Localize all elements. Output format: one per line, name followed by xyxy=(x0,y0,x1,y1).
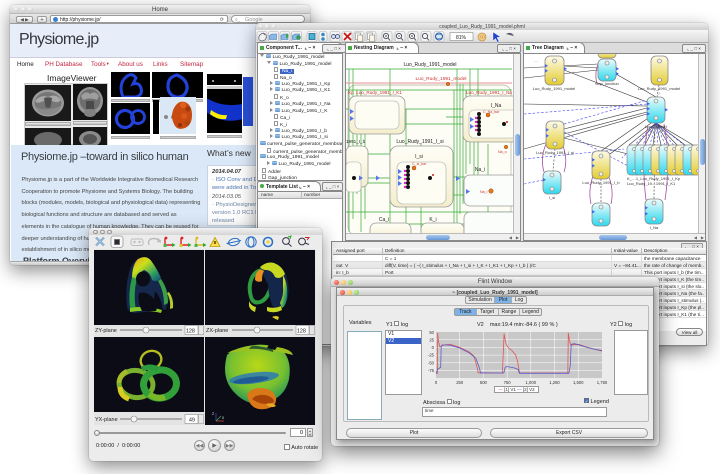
svg-text:81%: 81% xyxy=(456,35,467,41)
svg-text:Gap_junction: Gap_junction xyxy=(595,81,619,86)
svg-text:ZX-plane: ZX-plane xyxy=(206,328,228,334)
svg-text:-75: -75 xyxy=(428,368,435,373)
svg-text:1,500: 1,500 xyxy=(573,380,584,385)
svg-text:I_Na: I_Na xyxy=(650,225,659,230)
svg-text:YX-plane: YX-plane xyxy=(95,417,118,423)
svg-text:128: 128 xyxy=(297,329,306,335)
svg-text:Na_i: Na_i xyxy=(480,190,488,194)
svg-text:Luo_Rudy_1991_I_b: Luo_Rudy_1991_I_b xyxy=(582,180,620,185)
svg-text:…: … xyxy=(534,58,538,63)
svg-text:1,000: 1,000 xyxy=(526,380,537,385)
svg-text:Luo_Rudy_1991_I_si: Luo_Rudy_1991_I_si xyxy=(396,139,443,145)
svg-text:Luo_Rudy_1991_model: Luo_Rudy_1991_model xyxy=(403,62,456,68)
svg-text:50: 50 xyxy=(429,331,434,335)
svg-text:I_Na: I_Na xyxy=(491,103,502,109)
svg-text:0: 0 xyxy=(435,380,438,385)
svg-text:C_Na_bar: C_Na_bar xyxy=(483,110,500,114)
svg-text:Kp Luo_Rudy_1991_I_K1: Kp Luo_Rudy_1991_I_K1 xyxy=(348,90,402,95)
svg-text:K_i: K_i xyxy=(429,217,436,223)
svg-text:Luo_Rudy_1991_model: Luo_Rudy_1991_model xyxy=(416,76,467,82)
svg-text:ZY-plane: ZY-plane xyxy=(95,328,117,334)
svg-text:/: / xyxy=(658,91,660,96)
svg-text:1,250: 1,250 xyxy=(549,380,560,385)
svg-text:Na_i: Na_i xyxy=(475,167,485,173)
svg-text:-50: -50 xyxy=(428,360,435,365)
svg-text:500: 500 xyxy=(480,380,488,385)
svg-text:49: 49 xyxy=(189,418,195,424)
svg-text:Luo…model: Luo…model xyxy=(645,124,667,129)
svg-text:Luo_Rudy_1991_I_Na: Luo_Rudy_1991_I_Na xyxy=(466,90,512,95)
svg-text:128: 128 xyxy=(186,329,195,335)
svg-text:Luo_Rudy_1991_model: Luo_Rudy_1991_model xyxy=(533,86,576,91)
svg-text:Luo_Rudy_19…1991_I_K1: Luo_Rudy_19…1991_I_K1 xyxy=(627,181,676,186)
svg-text:Na_o: Na_o xyxy=(498,150,507,154)
svg-text:I_si: I_si xyxy=(549,195,555,200)
svg-text:Luo_Rudy_1991_I_si: Luo_Rudy_1991_I_si xyxy=(536,150,574,155)
svg-text:C_si_bar: C_si_bar xyxy=(412,162,427,166)
svg-text:750: 750 xyxy=(504,380,512,385)
svg-text:25: 25 xyxy=(429,338,434,343)
svg-text:1,750: 1,750 xyxy=(597,380,608,385)
svg-text:0: 0 xyxy=(432,345,435,350)
svg-text:Ca_i: Ca_i xyxy=(379,217,389,223)
svg-text:1991_I_b: 1991_I_b xyxy=(346,139,366,144)
svg-text:250: 250 xyxy=(456,380,464,385)
svg-text:-25: -25 xyxy=(428,353,435,358)
svg-text:I_si: I_si xyxy=(415,154,423,160)
